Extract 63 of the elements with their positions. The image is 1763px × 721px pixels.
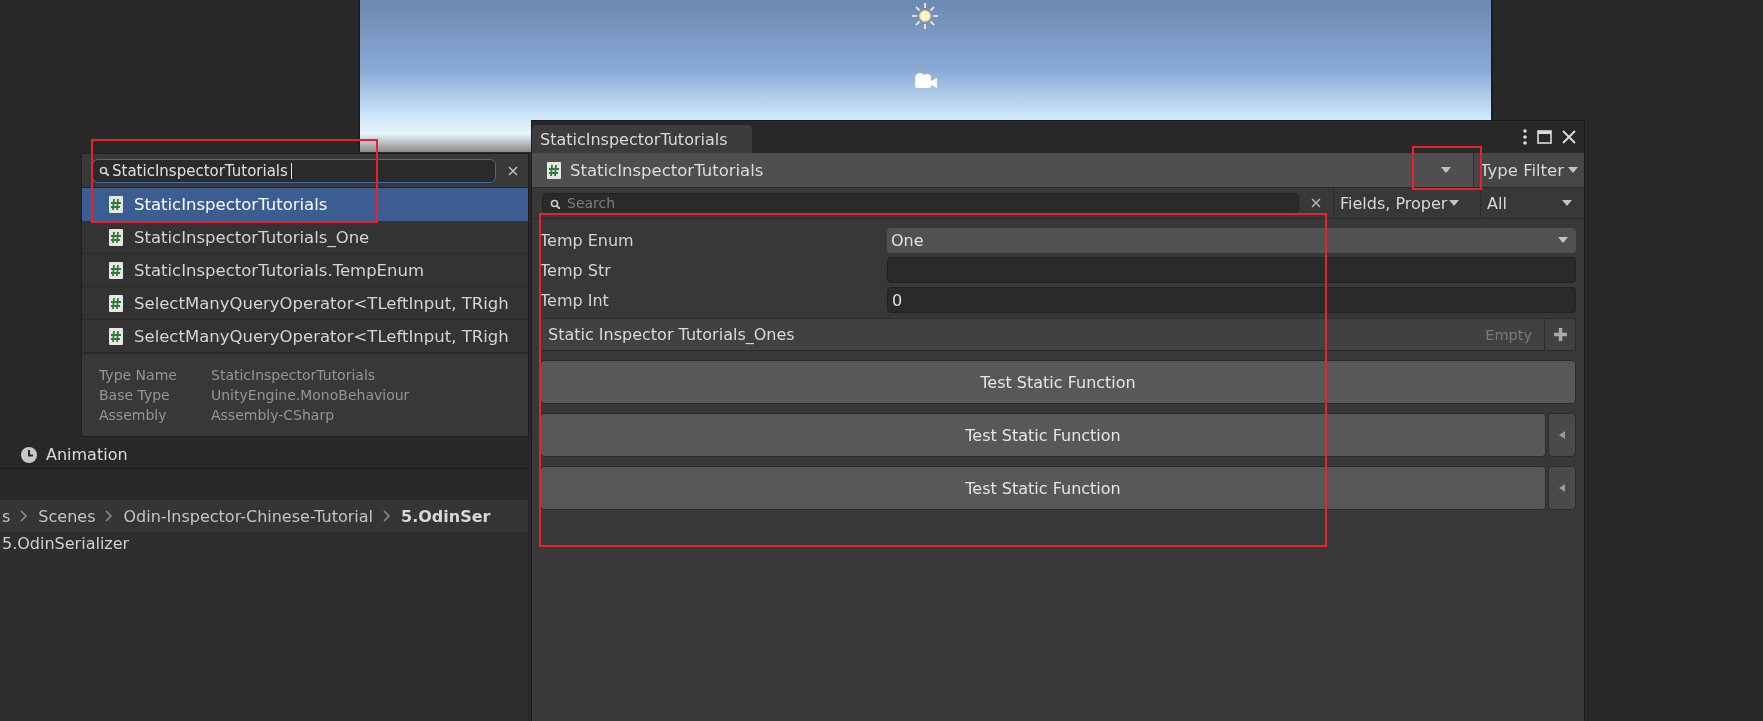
chevron-icon xyxy=(383,510,391,522)
script-icon xyxy=(108,228,124,246)
type-dropdown[interactable]: StaticInspectorTutorials xyxy=(532,153,1473,187)
close-icon xyxy=(1562,130,1576,144)
script-icon xyxy=(108,327,124,345)
member-filter-dropdown[interactable]: Fields, Proper xyxy=(1333,188,1480,218)
camera-icon xyxy=(912,72,938,90)
annotation-frame xyxy=(1412,146,1482,190)
result-item[interactable]: StaticInspectorTutorials xyxy=(82,188,528,221)
triangle-left-icon xyxy=(1559,431,1565,439)
hierarchy-item[interactable]: 5.OdinSerializer xyxy=(0,532,528,553)
script-icon xyxy=(108,294,124,312)
triangle-left-icon xyxy=(1559,484,1565,492)
breadcrumb-item[interactable]: Odin-Inspector-Chinese-Tutorial xyxy=(123,506,373,526)
property-label: Temp Str xyxy=(540,260,612,280)
more-icon xyxy=(1523,129,1527,145)
property-label: Temp Int xyxy=(540,290,610,310)
list-title: Static Inspector Tutorials_Ones xyxy=(547,325,796,344)
breadcrumb-item[interactable]: s xyxy=(0,506,11,526)
search-field[interactable]: StaticInspectorTutorials xyxy=(92,158,496,183)
script-icon xyxy=(546,161,562,179)
info-label: Base Type xyxy=(99,387,171,403)
search-field[interactable]: Search xyxy=(542,192,1299,214)
dropdown-arrow-icon xyxy=(1568,167,1578,173)
function-button[interactable]: Test Static Function xyxy=(540,413,1546,457)
maximize-icon xyxy=(1537,130,1552,144)
info-value: Assembly-CSharp xyxy=(211,407,336,423)
property-label: Temp Enum xyxy=(540,230,635,250)
search-icon xyxy=(550,198,560,209)
function-button[interactable]: Test Static Function xyxy=(540,466,1546,510)
info-value: UnityEngine.MonoBehaviour xyxy=(211,387,411,403)
dropdown-arrow-icon xyxy=(1562,200,1572,206)
sun-icon xyxy=(912,3,938,29)
access-filter-dropdown[interactable]: All xyxy=(1480,188,1584,218)
text-field[interactable]: 0 xyxy=(887,287,1576,313)
dropdown-arrow-icon xyxy=(1558,237,1568,243)
plus-icon xyxy=(1553,328,1567,341)
chevron-icon xyxy=(105,510,114,522)
dropdown-arrow-icon xyxy=(1441,167,1451,173)
enum-dropdown[interactable]: One xyxy=(887,227,1576,253)
script-icon xyxy=(108,195,124,213)
close-icon xyxy=(508,165,518,176)
function-button[interactable]: Test Static Function xyxy=(540,360,1576,404)
tab-label: Animation xyxy=(46,445,128,464)
clock-icon xyxy=(20,445,38,464)
info-value: StaticInspectorTutorials xyxy=(211,367,377,383)
text-field[interactable] xyxy=(887,257,1576,283)
dropdown-arrow-icon xyxy=(1449,200,1460,206)
search-icon xyxy=(99,165,109,176)
result-item[interactable]: StaticInspectorTutorials_One xyxy=(82,221,528,254)
list-status: Empty xyxy=(1485,326,1533,343)
script-icon xyxy=(108,261,124,279)
chevron-icon xyxy=(20,510,29,522)
info-label: Assembly xyxy=(99,407,168,423)
result-item[interactable]: StaticInspectorTutorials.TempEnum xyxy=(82,254,528,287)
close-icon xyxy=(1311,198,1321,208)
window-tab[interactable]: StaticInspectorTutorials xyxy=(532,125,752,153)
result-item[interactable]: SelectManyQueryOperator<TLeftInput, TRigh xyxy=(82,287,528,320)
breadcrumb-item[interactable]: Scenes xyxy=(38,506,96,526)
result-item[interactable]: SelectManyQueryOperator<TLeftInput, TRigh xyxy=(82,320,528,353)
info-label: Type Name xyxy=(99,367,178,383)
breadcrumb-item[interactable]: 5.OdinSer xyxy=(401,506,491,526)
animation-tab[interactable]: Animation xyxy=(20,445,128,464)
